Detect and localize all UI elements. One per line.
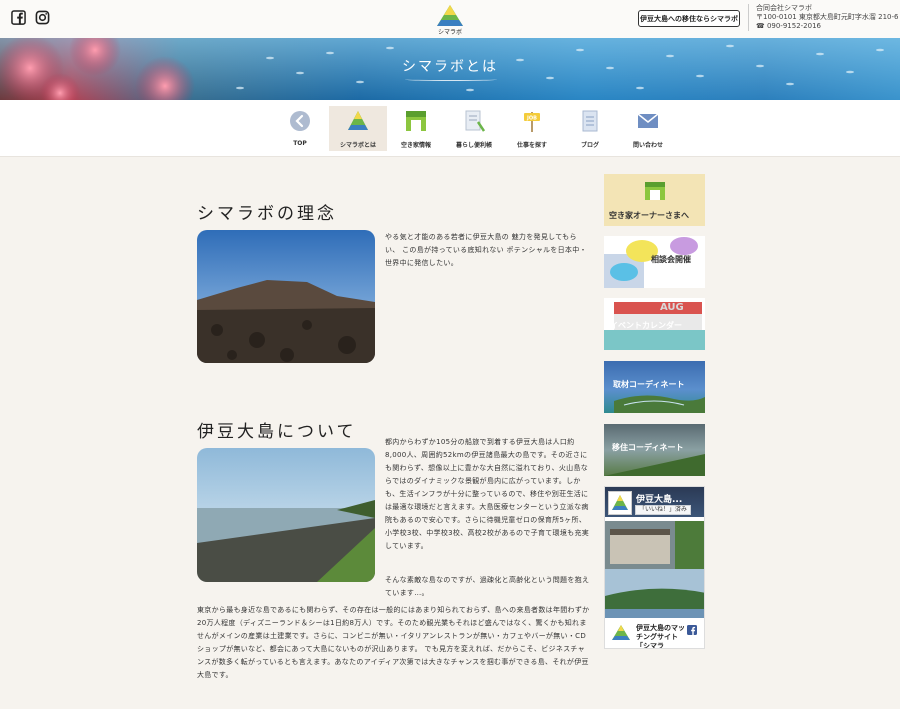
volcano-photo bbox=[197, 230, 375, 363]
nav-item-blog[interactable]: ブログ bbox=[561, 106, 619, 151]
company-name: 合同会社シマラボ bbox=[756, 4, 812, 12]
site-header: シマラボ 伊豆大島への移住ならシマラボ 合同会社シマラボ 〒100-0101 東… bbox=[0, 0, 900, 38]
about-oshima-text-3: 東京から最も身近な島であるにも関わらず、その存在は一般的にはあまり知られておらず… bbox=[197, 606, 590, 679]
page-title: シマラボとは bbox=[402, 59, 498, 75]
nav-item-living-guide[interactable]: 暮らし便利帳 bbox=[445, 106, 503, 151]
fb-page-name[interactable]: 伊豆大島... bbox=[636, 492, 682, 505]
facebook-icon[interactable] bbox=[11, 10, 26, 25]
fb-post-image bbox=[605, 521, 704, 618]
nav-label: 暮らし便利帳 bbox=[455, 142, 492, 149]
banner-label: 移住コーディネート bbox=[612, 443, 684, 452]
fb-liked-button[interactable]: 「いいね！」済み bbox=[635, 505, 692, 515]
mountain-logo-icon bbox=[348, 111, 368, 130]
coast-photo bbox=[197, 448, 375, 582]
fb-post-logo bbox=[609, 623, 633, 645]
nav-label: 空き家情報 bbox=[400, 142, 431, 149]
mountain-logo-icon bbox=[437, 5, 463, 26]
nav-label: 仕事を探す bbox=[516, 142, 547, 149]
company-address: 〒100-0101 東京都大島町元町字水溜 210-6 bbox=[756, 13, 899, 21]
mail-icon bbox=[637, 113, 659, 128]
facebook-icon[interactable] bbox=[687, 625, 697, 635]
banner-event-calendar[interactable]: AUG イベントカレンダー bbox=[604, 298, 705, 350]
main-nav: TOP シマラボとは 空き家情報 暮らし便利帳 JOB 仕事を探す ブログ 問い… bbox=[0, 100, 900, 157]
company-phone[interactable]: ☎ 090-9152-2016 bbox=[756, 22, 899, 31]
section-title-philosophy: シマラボの理念 bbox=[197, 204, 337, 224]
mountain-logo-icon bbox=[612, 625, 630, 640]
nav-item-contact[interactable]: 問い合わせ bbox=[619, 106, 677, 151]
banner-label: イベントカレンダー bbox=[610, 321, 682, 330]
banner-consultation[interactable]: 相談会開催 bbox=[604, 236, 705, 288]
mountain-logo-icon bbox=[612, 495, 628, 510]
notebook-icon bbox=[465, 110, 485, 132]
nav-label: ブログ bbox=[580, 142, 599, 149]
about-oshima-text: 都内からわずか105分の船旅で到着する伊豆大島は人口約8,000人、周囲約52k… bbox=[385, 438, 590, 550]
banner-label: 空き家オーナーさまへ bbox=[609, 211, 689, 220]
nav-item-top[interactable]: TOP bbox=[271, 106, 329, 151]
instagram-icon[interactable] bbox=[35, 10, 50, 25]
banner-label: 取材コーディネート bbox=[613, 380, 685, 389]
facebook-page-widget[interactable]: 伊豆大島... 「いいね！」済み 伊豆大島のマッチングサイト「シマラ bbox=[604, 486, 705, 649]
social-links bbox=[11, 10, 50, 25]
volcano-image bbox=[197, 230, 375, 363]
coast-image bbox=[197, 448, 375, 582]
nav-item-jobs[interactable]: JOB 仕事を探す bbox=[503, 106, 561, 151]
site-logo[interactable]: シマラボ bbox=[433, 2, 467, 36]
banner-label: 相談会開催 bbox=[651, 255, 691, 264]
nav-item-vacant-houses[interactable]: 空き家情報 bbox=[387, 106, 445, 151]
nav-label: TOP bbox=[293, 140, 307, 147]
company-info: 合同会社シマラボ 〒100-0101 東京都大島町元町字水溜 210-6 ☎ 0… bbox=[748, 4, 899, 31]
fb-page-avatar[interactable] bbox=[608, 491, 632, 515]
hero-banner: シマラボとは bbox=[0, 38, 900, 100]
nav-item-about[interactable]: シマラボとは bbox=[329, 106, 387, 151]
philosophy-text: やる気と才能のある若者に伊豆大島の 魅力を発見してもらい、 この島が持っている底… bbox=[385, 233, 587, 267]
nav-label: シマラボとは bbox=[339, 142, 376, 149]
back-arrow-icon bbox=[290, 111, 310, 131]
banner-press-coordination[interactable]: 取材コーディネート bbox=[604, 361, 705, 413]
banner-relocation-coordination[interactable]: 移住コーディネート bbox=[604, 424, 705, 476]
logo-text: シマラボ bbox=[437, 29, 462, 36]
house-icon bbox=[406, 111, 426, 131]
about-oshima-text-2: そんな素敵な島なのですが、過疎化と高齢化という問題を抱えています…。 bbox=[385, 576, 590, 597]
section-title-about-oshima: 伊豆大島について bbox=[197, 422, 357, 442]
document-icon bbox=[582, 110, 598, 132]
fb-post-title[interactable]: 伊豆大島のマッチングサイト「シマラ bbox=[636, 624, 686, 648]
calendar-month: AUG bbox=[660, 302, 684, 313]
title-underline bbox=[405, 78, 497, 81]
nav-label: 問い合わせ bbox=[632, 142, 663, 149]
svg-text:JOB: JOB bbox=[526, 116, 537, 122]
job-sign-icon: JOB bbox=[524, 112, 540, 132]
cta-button[interactable]: 伊豆大島への移住ならシマラボ bbox=[638, 10, 740, 27]
banner-vacant-house-owners[interactable]: 空き家オーナーさまへ bbox=[604, 174, 705, 226]
